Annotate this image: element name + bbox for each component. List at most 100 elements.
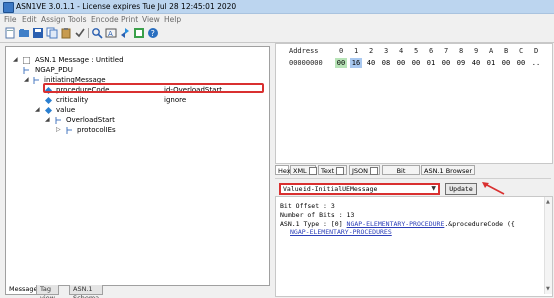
menu-encode[interactable]: Encode	[91, 14, 119, 25]
bit-offset-text: Bit Offset : 3	[280, 202, 335, 210]
tab-xml[interactable]: XML	[290, 165, 317, 175]
tab-json[interactable]: JSON	[349, 165, 380, 175]
sequence-icon	[55, 117, 61, 124]
tree-pdu-row[interactable]: NGAP_PDU	[6, 65, 261, 75]
value-select[interactable]: Value: id-InitialUEMessage ▼	[279, 183, 440, 195]
hex-col-8: 8	[459, 47, 464, 55]
json-checkbox[interactable]	[370, 167, 379, 175]
hex-col-2: 2	[369, 47, 374, 55]
menu-assign[interactable]: Assign	[41, 14, 66, 25]
tab-tag-view[interactable]: Tag view	[36, 285, 59, 298]
hex-col-6: 6	[429, 47, 434, 55]
svg-text:A: A	[108, 30, 113, 38]
hex-col-c: C	[519, 47, 524, 55]
tab-json-label: JSON	[352, 167, 369, 175]
app-window: ASN1VE 3.0.1.1 - License expires Tue Jul…	[0, 0, 554, 298]
toolbar: A ?	[0, 25, 554, 41]
menu-view[interactable]: View	[142, 14, 160, 25]
hex-byte-b[interactable]: 00	[500, 58, 512, 68]
hex-view-panel[interactable]: Address 0 1 2 3 4 5 6 7 8 9 A B C D 0000…	[275, 43, 553, 164]
update-button[interactable]: Update	[445, 183, 477, 195]
hex-col-b: B	[504, 47, 509, 55]
hex-byte-a[interactable]: 01	[485, 58, 497, 68]
tab-asn1-schema[interactable]: ASN.1 Schema	[69, 285, 104, 298]
tree-overloadstart-label: OverloadStart	[66, 116, 115, 124]
asn-type-suffix: .&procedureCode ({	[444, 220, 515, 228]
export-icon[interactable]	[133, 27, 145, 39]
tab-hex[interactable]: Hex	[275, 165, 291, 175]
tab-hex-label: Hex	[278, 167, 291, 175]
xml-checkbox[interactable]	[308, 167, 317, 175]
details-panel[interactable]: Bit Offset : 3 Number of Bits : 13 ASN.1…	[275, 196, 553, 297]
find-next-icon[interactable]: A	[105, 27, 117, 39]
refresh-icon[interactable]	[119, 27, 131, 39]
num-bits-text: Number of Bits : 13	[280, 211, 355, 219]
scroll-down-icon[interactable]: ▼	[546, 286, 550, 292]
expand-arrow-icon[interactable]: ▷	[56, 125, 61, 135]
svg-text:?: ?	[151, 29, 155, 38]
hex-col-a: A	[489, 47, 494, 55]
menu-file[interactable]: File	[4, 14, 17, 25]
hex-col-0: 0	[339, 47, 344, 55]
paste-icon[interactable]	[60, 27, 72, 39]
menu-tools[interactable]: Tools	[68, 14, 86, 25]
asn-type-link[interactable]: NGAP-ELEMENTARY-PROCEDURE	[347, 220, 445, 228]
tree-overloadstart-row[interactable]: ◢ OverloadStart	[6, 115, 261, 125]
copy-icon[interactable]	[46, 27, 58, 39]
asn-type-prefix: ASN.1 Type : [0]	[280, 220, 347, 228]
hex-col-1: 1	[354, 47, 359, 55]
check-icon[interactable]	[74, 27, 86, 39]
save-icon[interactable]	[32, 27, 44, 39]
collapse-arrow-icon[interactable]: ◢	[13, 55, 18, 65]
hex-row-address: 00000000	[289, 59, 323, 67]
dropdown-arrow-icon[interactable]: ▼	[431, 186, 436, 192]
asn-type-link-2[interactable]: NGAP-ELEMENTARY-PROCEDURES	[290, 228, 392, 236]
hex-byte-1[interactable]: 16	[350, 58, 362, 68]
hex-byte-c[interactable]: 00	[515, 58, 527, 68]
tab-text[interactable]: Text	[318, 165, 347, 175]
hex-col-3: 3	[384, 47, 389, 55]
hex-byte-d[interactable]: ..	[530, 58, 542, 68]
details-scrollbar[interactable]: ▲ ▼	[544, 197, 552, 294]
hex-byte-7[interactable]: 00	[440, 58, 452, 68]
hex-byte-2[interactable]: 40	[365, 58, 377, 68]
tab-bit[interactable]: Bit	[382, 165, 420, 175]
tree-root-label: ASN.1 Message : Untitled	[35, 56, 124, 64]
panel-splitter[interactable]	[270, 43, 274, 295]
collapse-arrow-icon[interactable]: ◢	[45, 115, 50, 125]
menu-bar: File Edit Assign Tools Encode Print View…	[0, 14, 554, 25]
collapse-arrow-icon[interactable]: ◢	[35, 105, 40, 115]
tab-asn1-browser[interactable]: ASN.1 Browser	[421, 165, 475, 175]
annotation-arrow-icon	[482, 182, 505, 195]
tree-protocolies-row[interactable]: ▷ protocolIEs	[6, 125, 261, 135]
tree-value-row[interactable]: ◢ value	[6, 105, 261, 115]
hex-byte-4[interactable]: 00	[395, 58, 407, 68]
tab-asn1-browser-label: ASN.1 Browser	[424, 167, 473, 175]
tree-criticality-row[interactable]: criticality ignore	[6, 95, 261, 105]
new-file-icon[interactable]	[4, 27, 16, 39]
hex-byte-8[interactable]: 09	[455, 58, 467, 68]
hex-byte-9[interactable]: 40	[470, 58, 482, 68]
hex-byte-6[interactable]: 01	[425, 58, 437, 68]
collapse-arrow-icon[interactable]: ◢	[24, 75, 29, 85]
scroll-up-icon[interactable]: ▲	[546, 199, 550, 205]
message-tree-panel[interactable]: ◢ ASN.1 Message : Untitled NGAP_PDU ◢ in…	[5, 46, 270, 286]
hex-col-5: 5	[414, 47, 419, 55]
hex-byte-5[interactable]: 00	[410, 58, 422, 68]
title-bar: ASN1VE 3.0.1.1 - License expires Tue Jul…	[0, 0, 554, 14]
help-icon[interactable]: ?	[147, 27, 159, 39]
menu-help[interactable]: Help	[164, 14, 181, 25]
menu-edit[interactable]: Edit	[22, 14, 37, 25]
value-bar: Value: id-InitialUEMessage ▼ Update	[275, 178, 551, 197]
tab-bit-label: Bit	[396, 167, 406, 175]
open-file-icon[interactable]	[18, 27, 30, 39]
sequence-icon	[66, 127, 72, 134]
hex-byte-0[interactable]: 00	[335, 58, 347, 68]
search-icon[interactable]	[91, 27, 103, 39]
text-checkbox[interactable]	[336, 167, 345, 175]
tree-root-row[interactable]: ◢ ASN.1 Message : Untitled	[6, 55, 261, 65]
hex-col-7: 7	[444, 47, 449, 55]
asn-type-line-2: NGAP-ELEMENTARY-PROCEDURES	[290, 228, 392, 236]
menu-print[interactable]: Print	[121, 14, 138, 25]
hex-byte-3[interactable]: 08	[380, 58, 392, 68]
